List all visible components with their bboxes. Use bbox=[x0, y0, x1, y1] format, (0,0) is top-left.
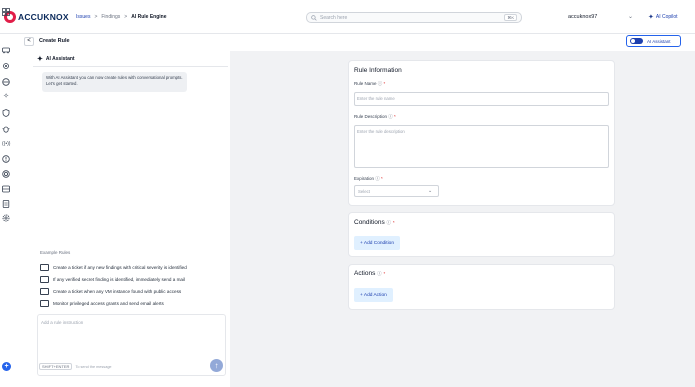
info-icon[interactable]: ⓘ bbox=[375, 176, 380, 181]
example-rule-text: If any verified secret finding is identi… bbox=[53, 277, 186, 282]
example-rule[interactable]: Create a ticket if any new findings with… bbox=[40, 264, 187, 271]
breadcrumb-issues[interactable]: Issues bbox=[76, 14, 90, 20]
chat-icon bbox=[40, 300, 49, 307]
add-condition-button[interactable]: + Add Condition bbox=[354, 236, 401, 250]
rule-name-placeholder: Enter the rule name bbox=[357, 96, 395, 101]
chat-icon bbox=[40, 276, 49, 283]
example-rule[interactable]: Monitor privileged access grants and sen… bbox=[40, 300, 164, 307]
chevron-down-icon[interactable]: ⌄ bbox=[628, 13, 633, 20]
breadcrumb-separator: > bbox=[124, 14, 128, 20]
expiration-label: Expiration ⓘ * bbox=[354, 176, 383, 182]
search-input[interactable]: Search here ⌘K bbox=[306, 12, 522, 23]
required-marker: * bbox=[383, 271, 386, 276]
gear-icon[interactable] bbox=[2, 62, 10, 70]
conditions-title-text: Conditions bbox=[354, 219, 385, 226]
rule-name-label: Rule Name ⓘ * bbox=[354, 81, 385, 87]
actions-title-text: Actions bbox=[354, 270, 376, 277]
example-rule-text: Monitor privileged access grants and sen… bbox=[53, 301, 164, 306]
add-button[interactable]: + bbox=[2, 362, 11, 371]
ai-assistant-toggle[interactable]: AI Assistant bbox=[626, 35, 681, 47]
required-marker: * bbox=[381, 176, 383, 181]
required-marker: * bbox=[394, 114, 396, 119]
chevron-down-icon[interactable]: ⌄ bbox=[428, 188, 432, 194]
send-hint: SHIFT+ENTER To send the message bbox=[39, 363, 112, 370]
ai-copilot-label: AI Copilot bbox=[655, 14, 678, 20]
info-icon[interactable]: ⓘ bbox=[377, 271, 382, 276]
page-title: Create Rule bbox=[39, 38, 70, 44]
grid-icon[interactable] bbox=[2, 185, 10, 193]
info-icon[interactable]: ⓘ bbox=[378, 81, 383, 86]
target-icon[interactable] bbox=[2, 170, 10, 178]
chat-icon bbox=[40, 288, 49, 295]
ai-assistant-header: ✦ AI Assistant bbox=[37, 55, 75, 63]
divider bbox=[33, 66, 228, 67]
conditions-title: Conditions ⓘ * bbox=[354, 219, 395, 226]
brand-name: ACCUKNOX bbox=[18, 12, 69, 22]
back-button[interactable]: < bbox=[24, 37, 34, 46]
expiration-label-text: Expiration bbox=[354, 176, 375, 181]
actions-title: Actions ⓘ * bbox=[354, 270, 385, 277]
breadcrumb: Issues > Findings > AI Rule Engine bbox=[76, 14, 170, 20]
chat-icon bbox=[40, 264, 49, 271]
radio-icon[interactable]: ((•)) bbox=[2, 140, 10, 148]
example-rules-title: Example Rules bbox=[40, 250, 71, 255]
add-action-button[interactable]: + Add Action bbox=[354, 288, 393, 302]
settings-icon[interactable] bbox=[2, 214, 10, 222]
bug-icon[interactable] bbox=[2, 125, 10, 133]
left-rail bbox=[0, 34, 12, 387]
rule-instruction-placeholder: Add a rule instruction bbox=[41, 320, 84, 325]
sparkle-icon[interactable]: ✧ bbox=[2, 93, 10, 101]
breadcrumb-findings[interactable]: Findings bbox=[101, 14, 120, 20]
rule-information-title: Rule Information bbox=[354, 67, 402, 74]
alert-icon[interactable] bbox=[2, 155, 10, 163]
search-placeholder: Search here bbox=[320, 14, 348, 21]
search-icon bbox=[311, 14, 317, 21]
ai-assistant-toggle-label: AI Assistant bbox=[647, 38, 671, 44]
search-shortcut: ⌘K bbox=[504, 14, 517, 21]
toggle-switch[interactable] bbox=[630, 38, 643, 44]
layers-icon[interactable] bbox=[2, 78, 10, 86]
car-icon[interactable] bbox=[2, 46, 10, 54]
assistant-message: With AI Assistant you can now create rul… bbox=[42, 72, 187, 92]
account-name[interactable]: accuknox97 bbox=[568, 14, 597, 20]
rule-description-label: Rule Description ⓘ * bbox=[354, 114, 396, 120]
example-rule-text: Create a ticket when any VM instance fou… bbox=[53, 289, 182, 294]
example-rule-text: Create a ticket if any new findings with… bbox=[53, 265, 187, 270]
breadcrumb-separator: > bbox=[94, 14, 98, 20]
sparkle-icon: ✦ bbox=[37, 56, 43, 63]
info-icon[interactable]: ⓘ bbox=[388, 114, 393, 119]
shield-icon[interactable] bbox=[2, 109, 10, 117]
shortcut-key: SHIFT+ENTER bbox=[39, 363, 73, 370]
example-rule[interactable]: Create a ticket when any VM instance fou… bbox=[40, 288, 181, 295]
document-icon[interactable] bbox=[2, 200, 10, 208]
send-button[interactable]: ↑ bbox=[210, 359, 223, 372]
breadcrumb-current: AI Rule Engine bbox=[131, 14, 167, 20]
actions-card bbox=[348, 264, 615, 310]
required-marker: * bbox=[383, 81, 386, 86]
rule-description-placeholder: Enter the rule description bbox=[357, 129, 405, 134]
rule-description-label-text: Rule Description bbox=[354, 114, 388, 119]
ai-assistant-title: AI Assistant bbox=[45, 56, 75, 62]
info-icon[interactable]: ⓘ bbox=[387, 220, 392, 225]
send-hint-text: To send the message bbox=[75, 364, 112, 369]
dashboard-icon[interactable] bbox=[2, 8, 10, 16]
ai-copilot-button[interactable]: ✦ AI Copilot bbox=[648, 13, 678, 21]
example-rule[interactable]: If any verified secret finding is identi… bbox=[40, 276, 185, 283]
required-marker: * bbox=[392, 220, 395, 225]
rule-name-label-text: Rule Name bbox=[354, 81, 377, 86]
brand-logo[interactable]: ACCUKNOX bbox=[4, 10, 69, 24]
expiration-value: Select bbox=[358, 189, 370, 194]
sparkle-icon: ✦ bbox=[648, 14, 654, 21]
